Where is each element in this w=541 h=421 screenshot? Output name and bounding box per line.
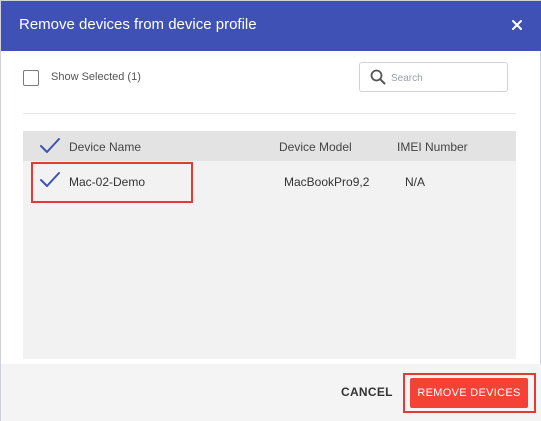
remove-devices-dialog: Remove devices from device profile Show … [0, 0, 541, 421]
column-header-imei-number[interactable]: IMEI Number [397, 140, 468, 154]
imei-cell: N/A [405, 175, 426, 189]
dialog-header: Remove devices from device profile [1, 1, 541, 51]
search-box[interactable] [359, 62, 508, 92]
show-selected-checkbox[interactable] [23, 70, 39, 86]
column-header-device-model[interactable]: Device Model [279, 140, 352, 154]
dialog-toolbar: Show Selected (1) [1, 51, 541, 113]
select-all-checkmark-icon[interactable] [39, 137, 61, 155]
row-highlight-annotation [31, 162, 193, 203]
search-icon [369, 68, 387, 86]
column-header-device-name[interactable]: Device Name [69, 140, 141, 154]
toolbar-divider [23, 113, 516, 114]
cancel-button[interactable]: CANCEL [341, 385, 393, 399]
device-model-cell: MacBookPro9,2 [284, 175, 370, 189]
dialog-title: Remove devices from device profile [19, 16, 257, 33]
close-icon[interactable] [506, 13, 528, 37]
show-selected-label: Show Selected (1) [51, 71, 141, 83]
table-header: Device Name Device Model IMEI Number [23, 131, 516, 161]
remove-devices-button[interactable]: REMOVE DEVICES [410, 378, 528, 408]
search-input[interactable] [391, 69, 501, 87]
